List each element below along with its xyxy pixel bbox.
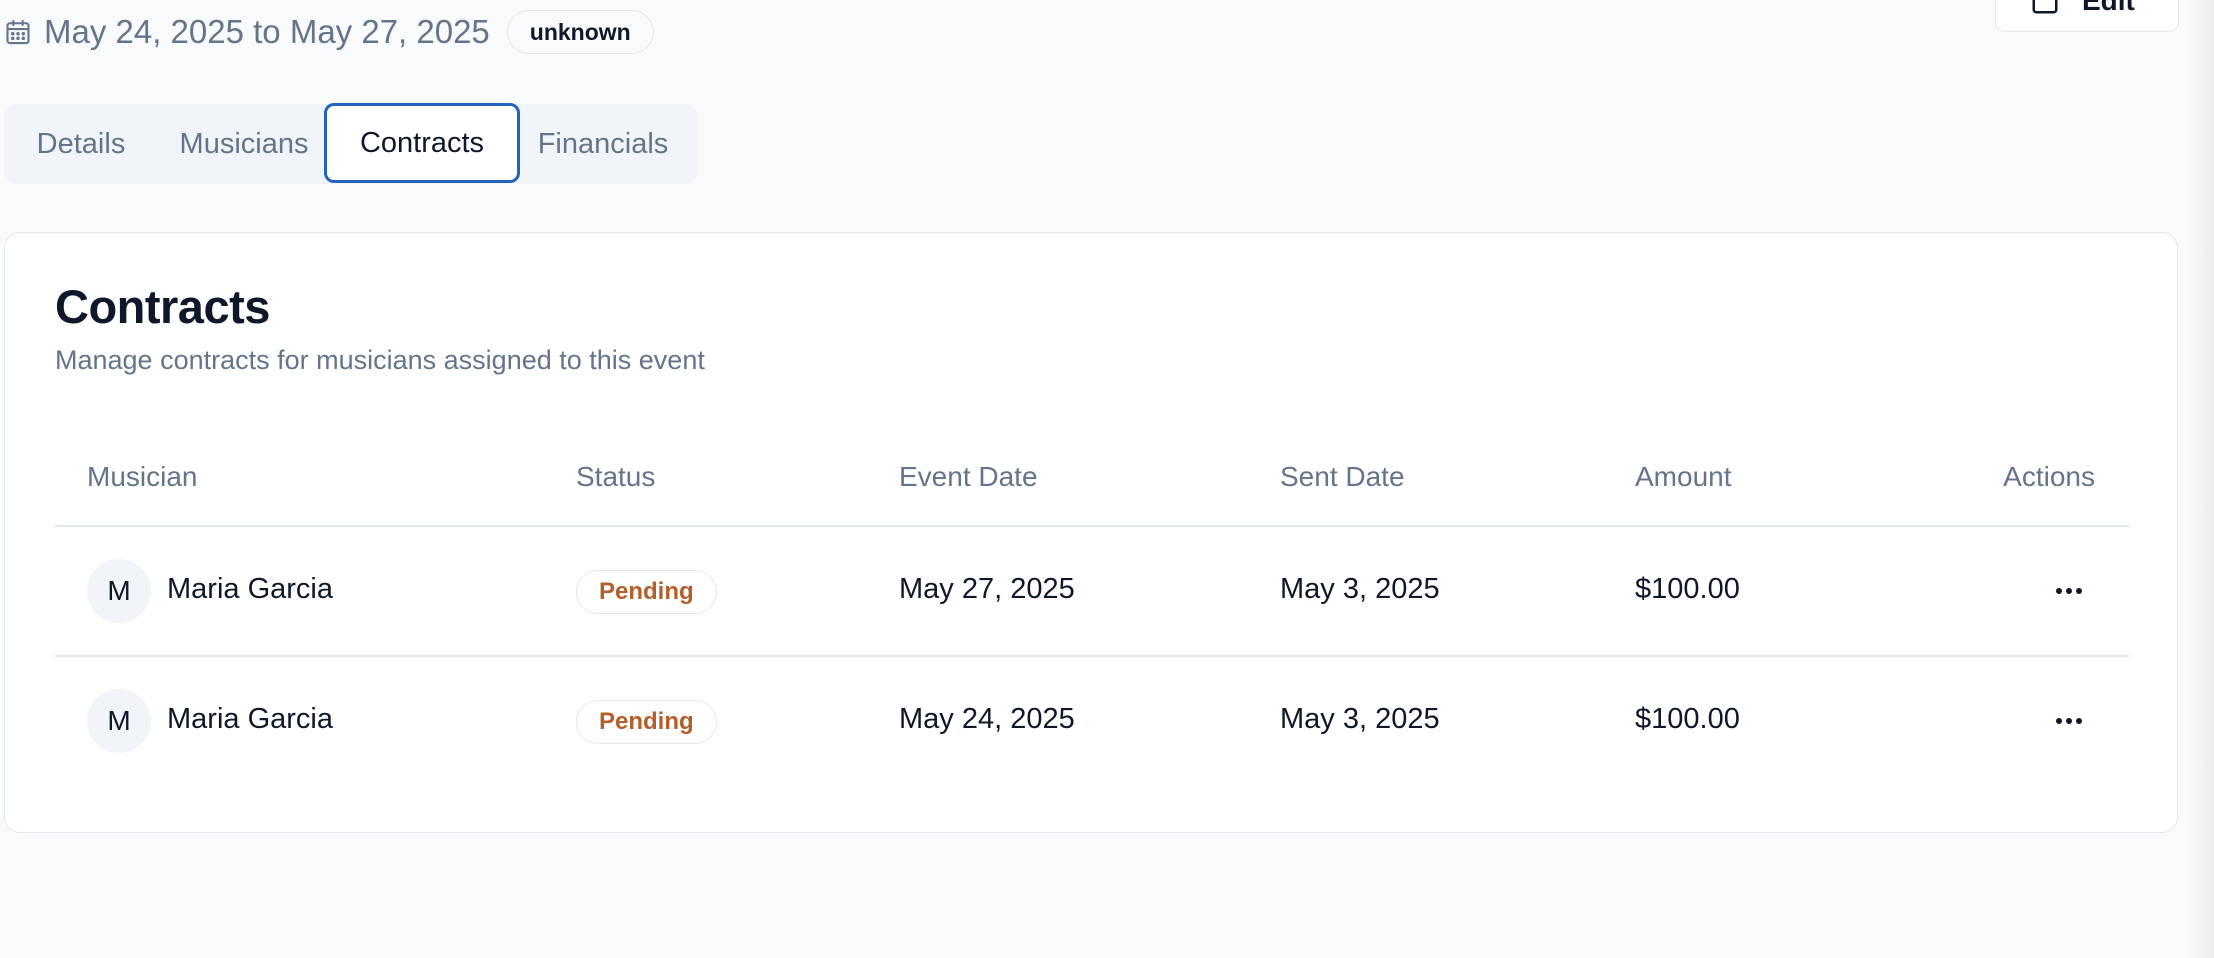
column-header-sent-date: Sent Date — [1280, 461, 1405, 492]
column-header-event-date: Event Date — [899, 461, 1038, 492]
window-edge-shadow — [2186, 0, 2214, 958]
contracts-card: Contracts Manage contracts for musicians… — [4, 232, 2178, 833]
edit-button[interactable]: Edit — [1995, 0, 2179, 32]
event-date-row: May 24, 2025 to May 27, 2025 unknown — [4, 8, 654, 56]
card-subtitle: Manage contracts for musicians assigned … — [55, 345, 705, 375]
edit-button-label: Edit — [2082, 0, 2135, 16]
column-header-musician: Musician — [87, 461, 198, 492]
event-date-cell: May 24, 2025 — [899, 703, 1075, 735]
table-row: M Maria Garcia Pending May 27, 2025 May … — [5, 527, 2177, 655]
event-page: May 24, 2025 to May 27, 2025 unknown Edi… — [0, 0, 2214, 958]
musician-name: Maria Garcia — [167, 703, 333, 735]
event-date-range: May 24, 2025 to May 27, 2025 — [44, 13, 490, 50]
sent-date-cell: May 3, 2025 — [1280, 703, 1440, 735]
event-status-badge: unknown — [506, 10, 654, 54]
tab-financials[interactable]: Financials — [520, 104, 686, 184]
tab-musicians[interactable]: Musicians — [158, 104, 330, 184]
tab-details[interactable]: Details — [4, 104, 158, 184]
amount-cell: $100.00 — [1635, 573, 1740, 605]
more-horizontal-icon — [2056, 588, 2082, 594]
column-header-status: Status — [576, 461, 656, 492]
event-date-cell: May 27, 2025 — [899, 573, 1075, 605]
status-badge: Pending — [576, 570, 717, 614]
sent-date-cell: May 3, 2025 — [1280, 573, 1440, 605]
avatar: M — [87, 689, 151, 753]
row-actions-button[interactable] — [2041, 697, 2097, 745]
column-header-actions: Actions — [2003, 461, 2095, 492]
more-horizontal-icon — [2056, 718, 2082, 724]
column-header-amount: Amount — [1635, 461, 1732, 492]
row-actions-button[interactable] — [2041, 567, 2097, 615]
avatar: M — [87, 559, 151, 623]
calendar-icon — [6, 19, 30, 45]
musician-name: Maria Garcia — [167, 573, 333, 605]
table-row: M Maria Garcia Pending May 24, 2025 May … — [5, 657, 2177, 785]
event-tabs: Details Musicians Contracts Financials — [4, 103, 697, 184]
amount-cell: $100.00 — [1635, 703, 1740, 735]
status-badge: Pending — [576, 700, 717, 744]
card-title: Contracts — [55, 280, 270, 333]
edit-icon — [2032, 0, 2058, 14]
tab-contracts[interactable]: Contracts — [324, 103, 520, 183]
